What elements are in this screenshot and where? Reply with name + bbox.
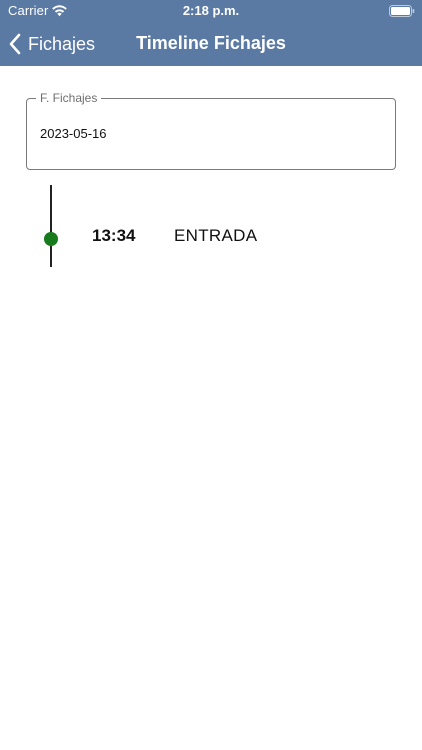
- header: Carrier 2:18 p.m. Fichajes Timeline Fich…: [0, 0, 422, 66]
- timeline: 13:34 ENTRADA: [26, 185, 396, 269]
- timeline-entry-time: 13:34: [92, 226, 136, 245]
- date-field-value: 2023-05-16: [40, 126, 107, 141]
- timeline-entry-type: ENTRADA: [174, 226, 258, 245]
- nav-bar: Fichajes Timeline Fichajes: [0, 22, 422, 66]
- screen: Carrier 2:18 p.m. Fichajes Timeline Fich…: [0, 0, 422, 750]
- date-field[interactable]: F. Fichajes 2023-05-16: [26, 91, 396, 170]
- date-field-label: F. Fichajes: [36, 91, 102, 105]
- status-bar: Carrier 2:18 p.m.: [0, 0, 422, 22]
- status-time: 2:18 p.m.: [182, 3, 240, 18]
- timeline-line: [50, 185, 52, 267]
- battery-icon: [389, 5, 415, 17]
- page-title: Timeline Fichajes: [136, 33, 286, 53]
- timeline-dot: [44, 232, 58, 246]
